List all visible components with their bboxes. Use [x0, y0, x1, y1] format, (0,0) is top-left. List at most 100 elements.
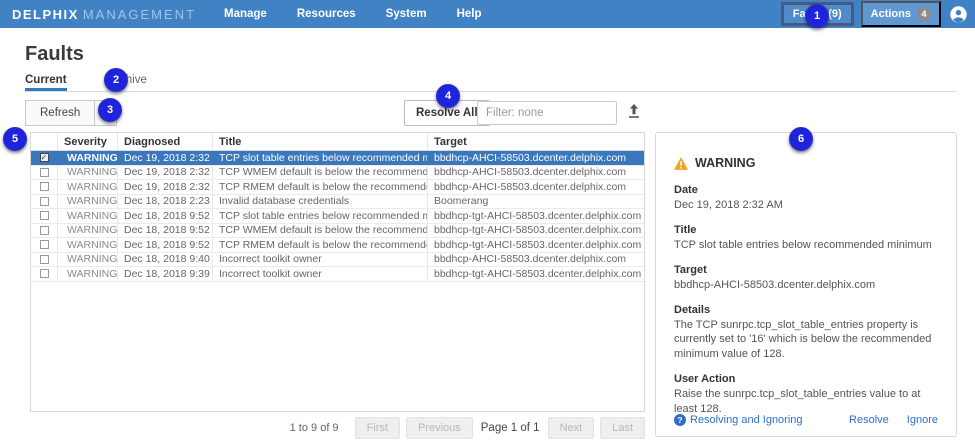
row-diagnosed-cell: Dec 19, 2018 2:32 AM [118, 166, 213, 180]
table-row[interactable]: WARNINGDec 18, 2018 9:52 AMTCP WMEM defa… [31, 224, 644, 239]
filter-input[interactable] [477, 101, 617, 125]
pagination-first-button[interactable]: First [355, 417, 400, 439]
table-row[interactable]: WARNINGDec 19, 2018 2:32 AMTCP WMEM defa… [31, 166, 644, 181]
user-avatar-icon[interactable] [950, 6, 967, 23]
row-checkbox[interactable] [40, 168, 49, 177]
help-question-icon: ? [674, 414, 686, 426]
details-details-section: Details The TCP sunrpc.tcp_slot_table_en… [674, 304, 938, 363]
header-severity[interactable]: Severity [58, 133, 118, 150]
row-diagnosed-cell: Dec 18, 2018 9:52 AM [118, 238, 213, 252]
row-checkbox-cell [31, 180, 58, 194]
fault-rows: ✓WARNINGDec 19, 2018 2:32 AMTCP slot tab… [31, 151, 644, 282]
callout-4: 4 [436, 84, 460, 108]
row-checkbox-cell [31, 209, 58, 223]
table-row[interactable]: WARNINGDec 19, 2018 2:32 AMTCP RMEM defa… [31, 180, 644, 195]
row-diagnosed-cell: Dec 18, 2018 9:39 AM [118, 267, 213, 281]
row-title-cell: Invalid database credentials [213, 195, 428, 209]
details-user-action-value: Raise the sunrpc.tcp_slot_table_entries … [674, 387, 938, 417]
callout-2: 2 [104, 68, 128, 92]
export-icon[interactable] [627, 104, 641, 119]
row-target-cell: bbdhcp-tgt-AHCI-58503.dcenter.delphix.co… [428, 224, 644, 238]
row-severity-text: WARNING [67, 268, 117, 280]
row-diagnosed-cell: Dec 18, 2018 2:23 PM [118, 195, 213, 209]
row-checkbox[interactable] [40, 182, 49, 191]
row-severity-cell: WARNING [58, 166, 118, 180]
tab-current[interactable]: Current [25, 74, 67, 91]
pagination-bar: 1 to 9 of 9 First Previous Page 1 of 1 N… [30, 417, 645, 439]
details-target-section: Target bbdhcp-AHCI-58503.dcenter.delphix… [674, 264, 938, 293]
details-details-value: The TCP sunrpc.tcp_slot_table_entries pr… [674, 318, 938, 363]
row-severity-text: WARNING [67, 224, 117, 236]
resolving-ignoring-help-link[interactable]: ? Resolving and Ignoring [674, 414, 803, 426]
row-severity-text: WARNING [67, 210, 117, 222]
row-severity-cell: WARNING [58, 209, 118, 223]
row-severity-cell: WARNING [58, 180, 118, 194]
details-user-action-section: User Action Raise the sunrpc.tcp_slot_ta… [674, 373, 938, 417]
callout-6: 6 [789, 127, 813, 151]
details-action-links: Resolve Ignore [849, 414, 938, 426]
row-checkbox[interactable] [40, 226, 49, 235]
row-checkbox[interactable] [40, 211, 49, 220]
row-title-cell: TCP RMEM default is below the recommende… [213, 238, 428, 252]
row-severity-cell: WARNING [58, 253, 118, 267]
pagination-last-button[interactable]: Last [600, 417, 645, 439]
row-severity-text: WARNING [67, 166, 117, 178]
row-severity-cell: WARNING [58, 151, 118, 165]
actions-button[interactable]: Actions 4 [861, 1, 941, 27]
table-row[interactable]: WARNINGDec 18, 2018 2:23 PMInvalid datab… [31, 195, 644, 210]
row-checkbox[interactable] [40, 269, 49, 278]
table-header-row: Severity Diagnosed Title Target [31, 133, 644, 151]
pagination-next-button[interactable]: Next [548, 417, 595, 439]
logo-secondary: MANAGEMENT [83, 7, 196, 22]
row-title-cell: Incorrect toolkit owner [213, 267, 428, 281]
row-severity-text: WARNING [67, 152, 118, 164]
delphix-logo: DELPHIXMANAGEMENT [12, 7, 196, 22]
table-row[interactable]: WARNINGDec 18, 2018 9:52 AMTCP RMEM defa… [31, 238, 644, 253]
row-checkbox[interactable] [40, 240, 49, 249]
menu-manage[interactable]: Manage [224, 8, 267, 20]
details-severity-text: WARNING [695, 156, 755, 170]
details-title-label: Title [674, 224, 938, 236]
header-title[interactable]: Title [213, 133, 428, 150]
row-checkbox[interactable] [40, 255, 49, 264]
row-target-cell: Boomerang [428, 195, 644, 209]
row-severity-cell: WARNING [58, 224, 118, 238]
row-checkbox-cell [31, 166, 58, 180]
row-target-cell: bbdhcp-AHCI-58503.dcenter.delphix.com [428, 151, 644, 165]
row-title-cell: Incorrect toolkit owner [213, 253, 428, 267]
row-title-cell: TCP WMEM default is below the recommende… [213, 224, 428, 238]
resolve-link[interactable]: Resolve [849, 414, 889, 426]
menu-resources[interactable]: Resources [297, 8, 356, 20]
header-diagnosed[interactable]: Diagnosed [118, 133, 213, 150]
menu-system[interactable]: System [386, 8, 427, 20]
table-row[interactable]: WARNINGDec 18, 2018 9:39 AMIncorrect too… [31, 267, 644, 282]
tab-bar: Current Archive [25, 74, 957, 92]
row-target-cell: bbdhcp-tgt-AHCI-58503.dcenter.delphix.co… [428, 267, 644, 281]
callout-1: 1 [805, 4, 829, 28]
pagination-range: 1 to 9 of 9 [290, 422, 339, 434]
row-diagnosed-cell: Dec 18, 2018 9:52 AM [118, 209, 213, 223]
table-row[interactable]: ✓ WARNINGDec 19, 2018 2:32 AMTCP slot tab… [31, 151, 644, 166]
table-row[interactable]: WARNINGDec 18, 2018 9:40 AMIncorrect too… [31, 253, 644, 268]
row-target-cell: bbdhcp-tgt-AHCI-58503.dcenter.delphix.co… [428, 238, 644, 252]
row-checkbox[interactable] [40, 197, 49, 206]
details-target-value: bbdhcp-AHCI-58503.dcenter.delphix.com [674, 278, 938, 293]
refresh-button[interactable]: Refresh [25, 100, 95, 126]
ignore-link[interactable]: Ignore [907, 414, 938, 426]
row-diagnosed-cell: Dec 19, 2018 2:32 AM [118, 151, 213, 165]
row-title-cell: TCP slot table entries below recommended… [213, 151, 428, 165]
warning-icon [674, 157, 688, 170]
row-target-cell: bbdhcp-AHCI-58503.dcenter.delphix.com [428, 253, 644, 267]
pagination-previous-button[interactable]: Previous [406, 417, 473, 439]
row-severity-text: WARNING [67, 239, 117, 251]
table-row[interactable]: WARNINGDec 18, 2018 9:52 AMTCP slot tabl… [31, 209, 644, 224]
row-checkbox-cell: ✓ [31, 151, 58, 165]
menu-help[interactable]: Help [457, 8, 482, 20]
row-target-cell: bbdhcp-tgt-AHCI-58503.dcenter.delphix.co… [428, 209, 644, 223]
row-checkbox-cell [31, 253, 58, 267]
fault-details-panel: WARNING Date Dec 19, 2018 2:32 AM Title … [655, 132, 957, 437]
row-severity-cell: WARNING [58, 238, 118, 252]
row-severity-text: WARNING [67, 195, 117, 207]
header-target[interactable]: Target [428, 133, 644, 150]
row-checkbox[interactable]: ✓ [40, 153, 49, 162]
